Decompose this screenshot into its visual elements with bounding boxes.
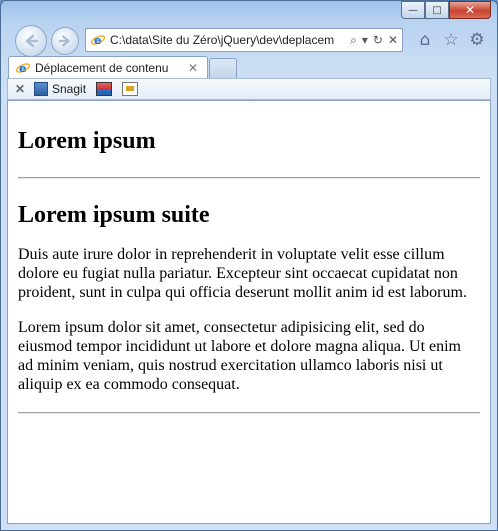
close-window-button[interactable]: ✕ — [449, 1, 491, 19]
svg-text:e: e — [94, 34, 101, 47]
snagit-label: Snagit — [52, 82, 87, 96]
snagit-editor-icon[interactable] — [122, 82, 139, 96]
snagit-icon — [34, 82, 48, 96]
address-url[interactable]: C:\data\Site du Zéro\jQuery\dev\deplacem — [110, 33, 346, 47]
arrow-left-icon — [25, 34, 39, 48]
address-bar[interactable]: e C:\data\Site du Zéro\jQuery\dev\deplac… — [85, 28, 403, 52]
svg-text:e: e — [19, 62, 26, 75]
tab-active[interactable]: e Déplacement de contenu ✕ — [8, 56, 208, 78]
favorites-star-icon[interactable]: ☆ — [441, 30, 461, 50]
tab-strip: e Déplacement de contenu ✕ — [1, 56, 497, 78]
paragraph: Duis aute irure dolor in reprehenderit i… — [18, 246, 467, 301]
page-heading: Lorem ipsum — [18, 128, 156, 154]
divider — [18, 412, 480, 414]
search-icon[interactable]: ⌕ — [350, 33, 357, 48]
minimize-button[interactable]: — — [401, 1, 425, 19]
new-tab-button[interactable] — [209, 58, 237, 78]
refresh-icon[interactable]: ↻ — [373, 33, 383, 47]
arrow-right-icon — [58, 35, 70, 47]
close-toolbar-icon[interactable]: ✕ — [10, 82, 30, 96]
paragraph: Lorem ipsum dolor sit amet, consectetur … — [18, 319, 461, 393]
ie-page-icon: e — [90, 34, 106, 47]
snagit-capture-icon[interactable] — [96, 82, 113, 96]
tab-title: Déplacement de contenu — [35, 60, 169, 75]
chevron-down-icon[interactable]: ▾ — [362, 33, 368, 47]
command-bar: ✕ Snagit — [7, 78, 491, 100]
back-button[interactable] — [15, 25, 47, 57]
browser-window: — □ ✕ e C:\data\Site du Zéro\jQuery\dev\… — [0, 0, 498, 531]
maximize-button[interactable]: □ — [425, 1, 449, 19]
ie-tab-icon: e — [15, 62, 31, 75]
forward-button[interactable] — [51, 27, 79, 55]
stop-icon[interactable]: ✕ — [388, 33, 398, 47]
section-heading: Lorem ipsum suite — [18, 202, 210, 228]
tab-close-icon[interactable]: ✕ — [185, 61, 201, 75]
snagit-button[interactable]: Snagit — [34, 82, 86, 96]
home-icon[interactable]: ⌂ — [415, 30, 435, 50]
caption-buttons: — □ ✕ — [401, 1, 491, 19]
page-content: Lorem ipsum Lorem ipsum suite Duis aute … — [7, 100, 491, 524]
divider — [18, 177, 480, 179]
gear-icon[interactable]: ⚙ — [467, 30, 487, 50]
navigation-bar: e C:\data\Site du Zéro\jQuery\dev\deplac… — [9, 25, 493, 57]
